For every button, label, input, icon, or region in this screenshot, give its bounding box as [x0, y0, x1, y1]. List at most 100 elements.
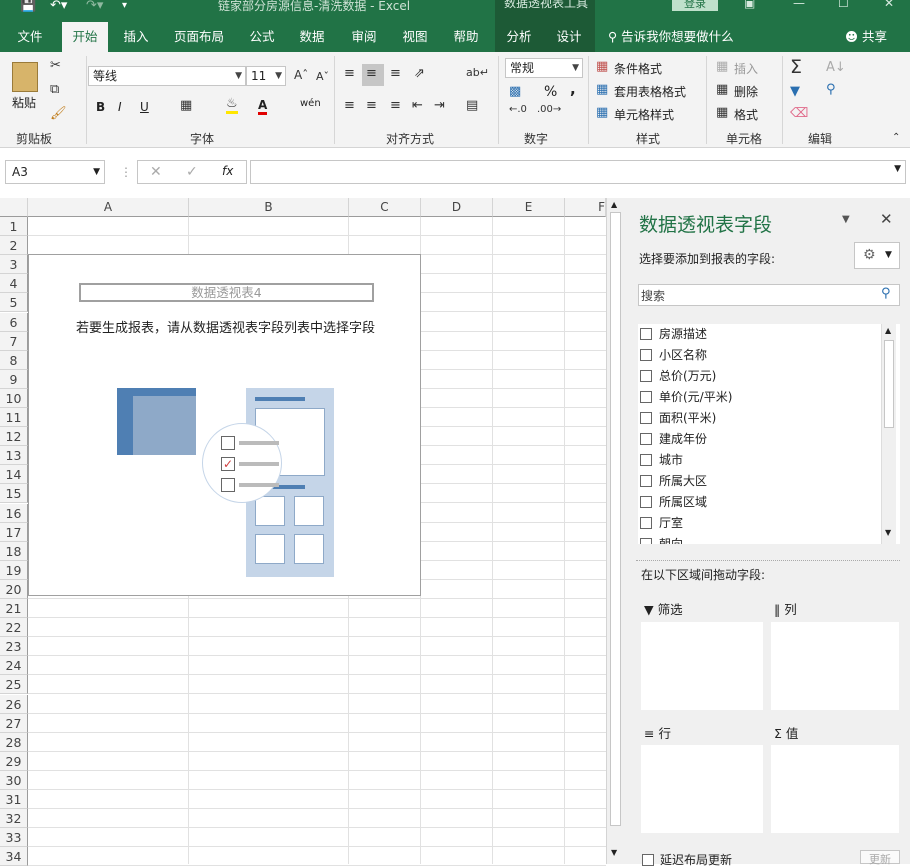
tab-help[interactable]: 帮助	[445, 22, 487, 52]
cell-styles-button[interactable]: 单元格样式	[614, 106, 674, 123]
close-icon[interactable]: ✕	[884, 0, 894, 10]
login-button[interactable]: 登录	[672, 0, 718, 11]
tab-insert[interactable]: 插入	[115, 22, 157, 52]
field-checkbox[interactable]	[640, 496, 652, 508]
fill-icon[interactable]: ▼	[790, 84, 800, 99]
increase-font-icon[interactable]: Aˆ	[294, 68, 308, 82]
row-header[interactable]: 32	[0, 809, 28, 829]
pivot-table-placeholder[interactable]: 数据透视表4 若要生成报表，请从数据透视表字段列表中选择字段 ✓	[28, 254, 421, 596]
italic-button[interactable]: I	[118, 100, 122, 114]
column-header-b[interactable]: B	[189, 198, 349, 217]
share-button[interactable]: ☻ 共享	[845, 22, 887, 52]
decrease-font-icon[interactable]: Aˇ	[316, 70, 329, 83]
field-list-scrollbar[interactable]: ▲ ▼	[881, 324, 896, 544]
merge-center-icon[interactable]: ▤	[466, 98, 478, 113]
tab-formulas[interactable]: 公式	[241, 22, 283, 52]
tab-page-layout[interactable]: 页面布局	[167, 22, 231, 52]
cut-icon[interactable]: ✂	[50, 58, 61, 73]
chevron-down-icon[interactable]: ▼	[894, 164, 901, 174]
underline-button[interactable]: U	[140, 100, 149, 114]
field-checkbox[interactable]	[640, 433, 652, 445]
select-all-corner[interactable]	[0, 198, 28, 217]
values-drop-area[interactable]	[771, 745, 899, 833]
row-header[interactable]: 31	[0, 790, 28, 809]
scrollbar-thumb[interactable]	[884, 340, 894, 428]
format-as-table-button[interactable]: 套用表格格式	[614, 83, 686, 100]
copy-icon[interactable]: ⧉	[50, 82, 59, 97]
field-item[interactable]: 单价(元/平米)	[640, 387, 732, 408]
tab-analyze[interactable]: 分析	[495, 22, 543, 52]
row-header[interactable]: 3	[0, 255, 28, 275]
row-header[interactable]: 20	[0, 579, 28, 599]
field-checkbox[interactable]	[640, 391, 652, 403]
close-icon[interactable]: ✕	[880, 210, 893, 228]
field-item[interactable]: 城市	[640, 450, 683, 471]
accounting-format-icon[interactable]: ▩	[509, 84, 521, 99]
row-header[interactable]: 18	[0, 541, 28, 561]
row-header[interactable]: 1	[0, 217, 28, 236]
row-header[interactable]: 25	[0, 675, 28, 695]
field-checkbox[interactable]	[640, 412, 652, 424]
delete-cells-button[interactable]: 删除	[734, 83, 758, 100]
maximize-icon[interactable]: ☐	[838, 0, 849, 10]
row-header[interactable]: 19	[0, 560, 28, 580]
field-item[interactable]: 面积(平米)	[640, 408, 716, 429]
update-button[interactable]: 更新	[860, 850, 900, 866]
row-header[interactable]: 33	[0, 828, 28, 848]
field-item[interactable]: 厅室	[640, 513, 683, 534]
align-bottom-icon[interactable]: ≡	[390, 66, 401, 81]
row-header[interactable]: 21	[0, 599, 28, 618]
row-header[interactable]: 13	[0, 446, 28, 466]
row-header[interactable]: 2	[0, 236, 28, 256]
field-item[interactable]: 所属大区	[640, 471, 707, 492]
scroll-up-icon[interactable]: ▲	[885, 326, 891, 335]
row-header[interactable]: 6	[0, 312, 28, 332]
font-color-button[interactable]: A	[258, 98, 268, 115]
enter-icon[interactable]: ✓	[186, 164, 198, 180]
insert-function-button[interactable]: fx	[222, 164, 233, 178]
field-checkbox[interactable]	[640, 454, 652, 466]
row-header[interactable]: 11	[0, 408, 28, 427]
field-checkbox[interactable]	[640, 475, 652, 487]
align-center-icon[interactable]: ≡	[366, 98, 377, 113]
save-icon[interactable]: 💾	[20, 0, 36, 13]
drag-handle-icon[interactable]: ⋮	[120, 165, 132, 179]
row-header[interactable]: 24	[0, 656, 28, 676]
font-size-dropdown[interactable]: 11 ▼	[246, 66, 286, 86]
customize-qat-icon[interactable]: ▾	[122, 0, 127, 11]
paste-icon[interactable]	[12, 62, 38, 92]
phonetic-button[interactable]: wén	[300, 98, 321, 109]
tell-me-search[interactable]: ⚲ 告诉我你想要做什么	[608, 22, 734, 52]
row-header[interactable]: 7	[0, 331, 28, 351]
filter-drop-area[interactable]	[641, 622, 763, 710]
field-item[interactable]: 所属区域	[640, 492, 707, 513]
row-header[interactable]: 28	[0, 732, 28, 752]
clear-icon[interactable]: ⌫	[790, 106, 808, 121]
field-checkbox[interactable]	[640, 370, 652, 382]
field-item[interactable]: 房源描述	[640, 324, 707, 345]
rows-drop-area[interactable]	[641, 745, 763, 833]
column-header-e[interactable]: E	[493, 198, 565, 217]
row-header[interactable]: 15	[0, 484, 28, 504]
number-format-dropdown[interactable]: 常规 ▼	[505, 58, 583, 78]
panel-splitter[interactable]	[636, 560, 900, 561]
wrap-text-icon[interactable]: ab↵	[466, 66, 489, 79]
redo-icon[interactable]: ↷▾	[86, 0, 103, 13]
tab-design[interactable]: 设计	[543, 22, 595, 52]
layout-settings-button[interactable]: ⚙ ▼	[854, 242, 900, 269]
row-header[interactable]: 26	[0, 694, 28, 714]
row-header[interactable]: 9	[0, 369, 28, 389]
autosum-icon[interactable]: Σ	[790, 56, 802, 78]
tab-view[interactable]: 视图	[394, 22, 436, 52]
field-search-input[interactable]: 搜索 ⚲	[638, 284, 900, 306]
columns-drop-area[interactable]	[771, 622, 899, 710]
row-header[interactable]: 22	[0, 618, 28, 638]
row-header[interactable]: 14	[0, 465, 28, 485]
field-checkbox[interactable]	[640, 328, 652, 340]
find-select-icon[interactable]: ⚲	[826, 82, 836, 97]
comma-button[interactable]: ,	[570, 80, 576, 98]
field-checkbox[interactable]	[640, 538, 652, 544]
row-header[interactable]: 30	[0, 770, 28, 790]
increase-decimal-icon[interactable]: ←.0	[509, 104, 527, 115]
tab-home[interactable]: 开始	[62, 22, 108, 52]
